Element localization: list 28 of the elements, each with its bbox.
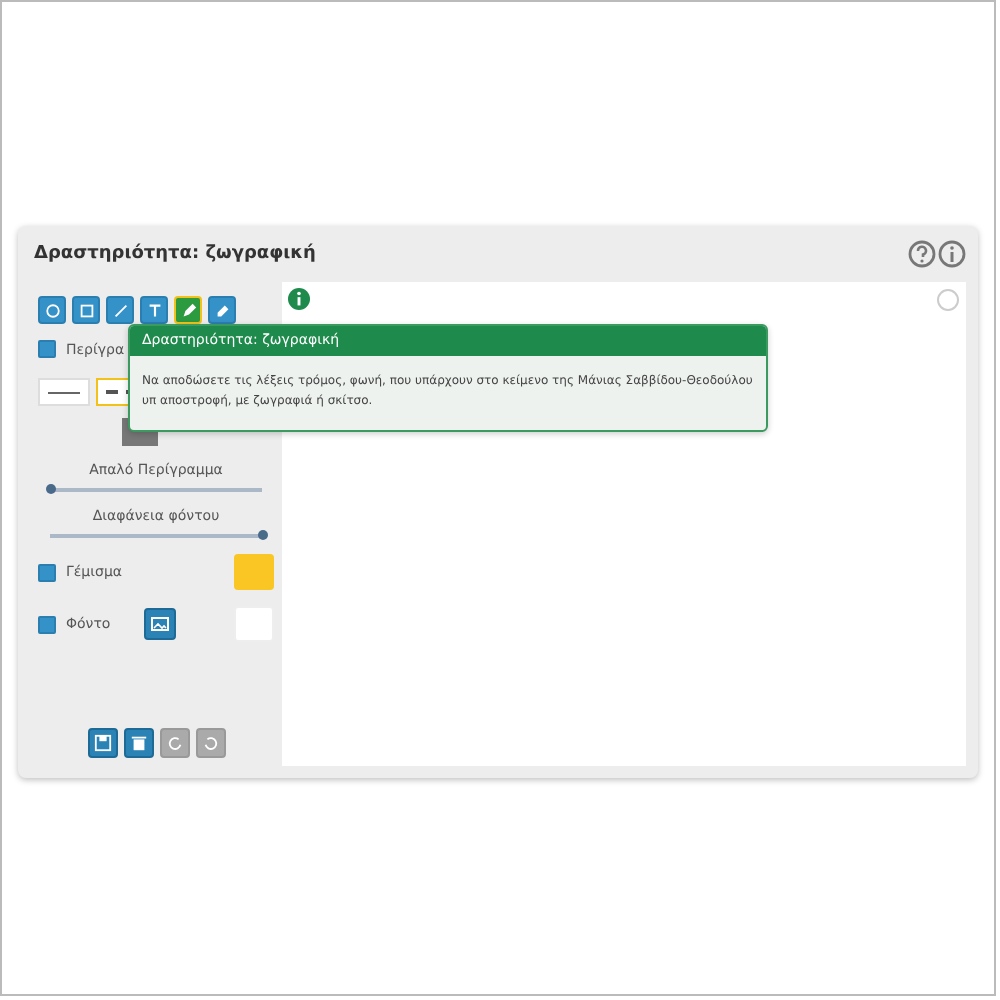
image-icon: [150, 614, 171, 634]
redo-icon: [201, 734, 219, 752]
background-checkbox[interactable]: [38, 615, 56, 633]
image-button[interactable]: [144, 608, 177, 640]
pencil-icon: [179, 301, 197, 319]
text-tool-button[interactable]: [140, 296, 168, 324]
eraser-icon: [213, 301, 231, 319]
help-icon[interactable]: [908, 240, 936, 268]
eraser-tool-button[interactable]: [208, 296, 236, 324]
save-button[interactable]: [87, 728, 117, 758]
fill-checkbox[interactable]: [38, 563, 56, 581]
text-icon: [145, 301, 163, 319]
undo-icon: [165, 734, 183, 752]
circle-tool-button[interactable]: [38, 296, 66, 324]
square-tool-button[interactable]: [72, 296, 100, 324]
info-icon[interactable]: [938, 240, 966, 268]
panel-title: Δραστηριότητα: ζωγραφική: [34, 244, 316, 264]
trash-icon: [129, 734, 147, 752]
circle-icon: [43, 301, 61, 319]
delete-button[interactable]: [123, 728, 153, 758]
info-icon[interactable]: [288, 288, 310, 310]
solid-line-option[interactable]: [38, 378, 90, 406]
outline-checkbox[interactable]: [38, 340, 56, 358]
fill-color-swatch[interactable]: [234, 554, 274, 590]
square-icon: [77, 301, 95, 319]
pencil-tool-button[interactable]: [174, 296, 202, 324]
line-icon: [111, 301, 129, 319]
line-tool-button[interactable]: [106, 296, 134, 324]
